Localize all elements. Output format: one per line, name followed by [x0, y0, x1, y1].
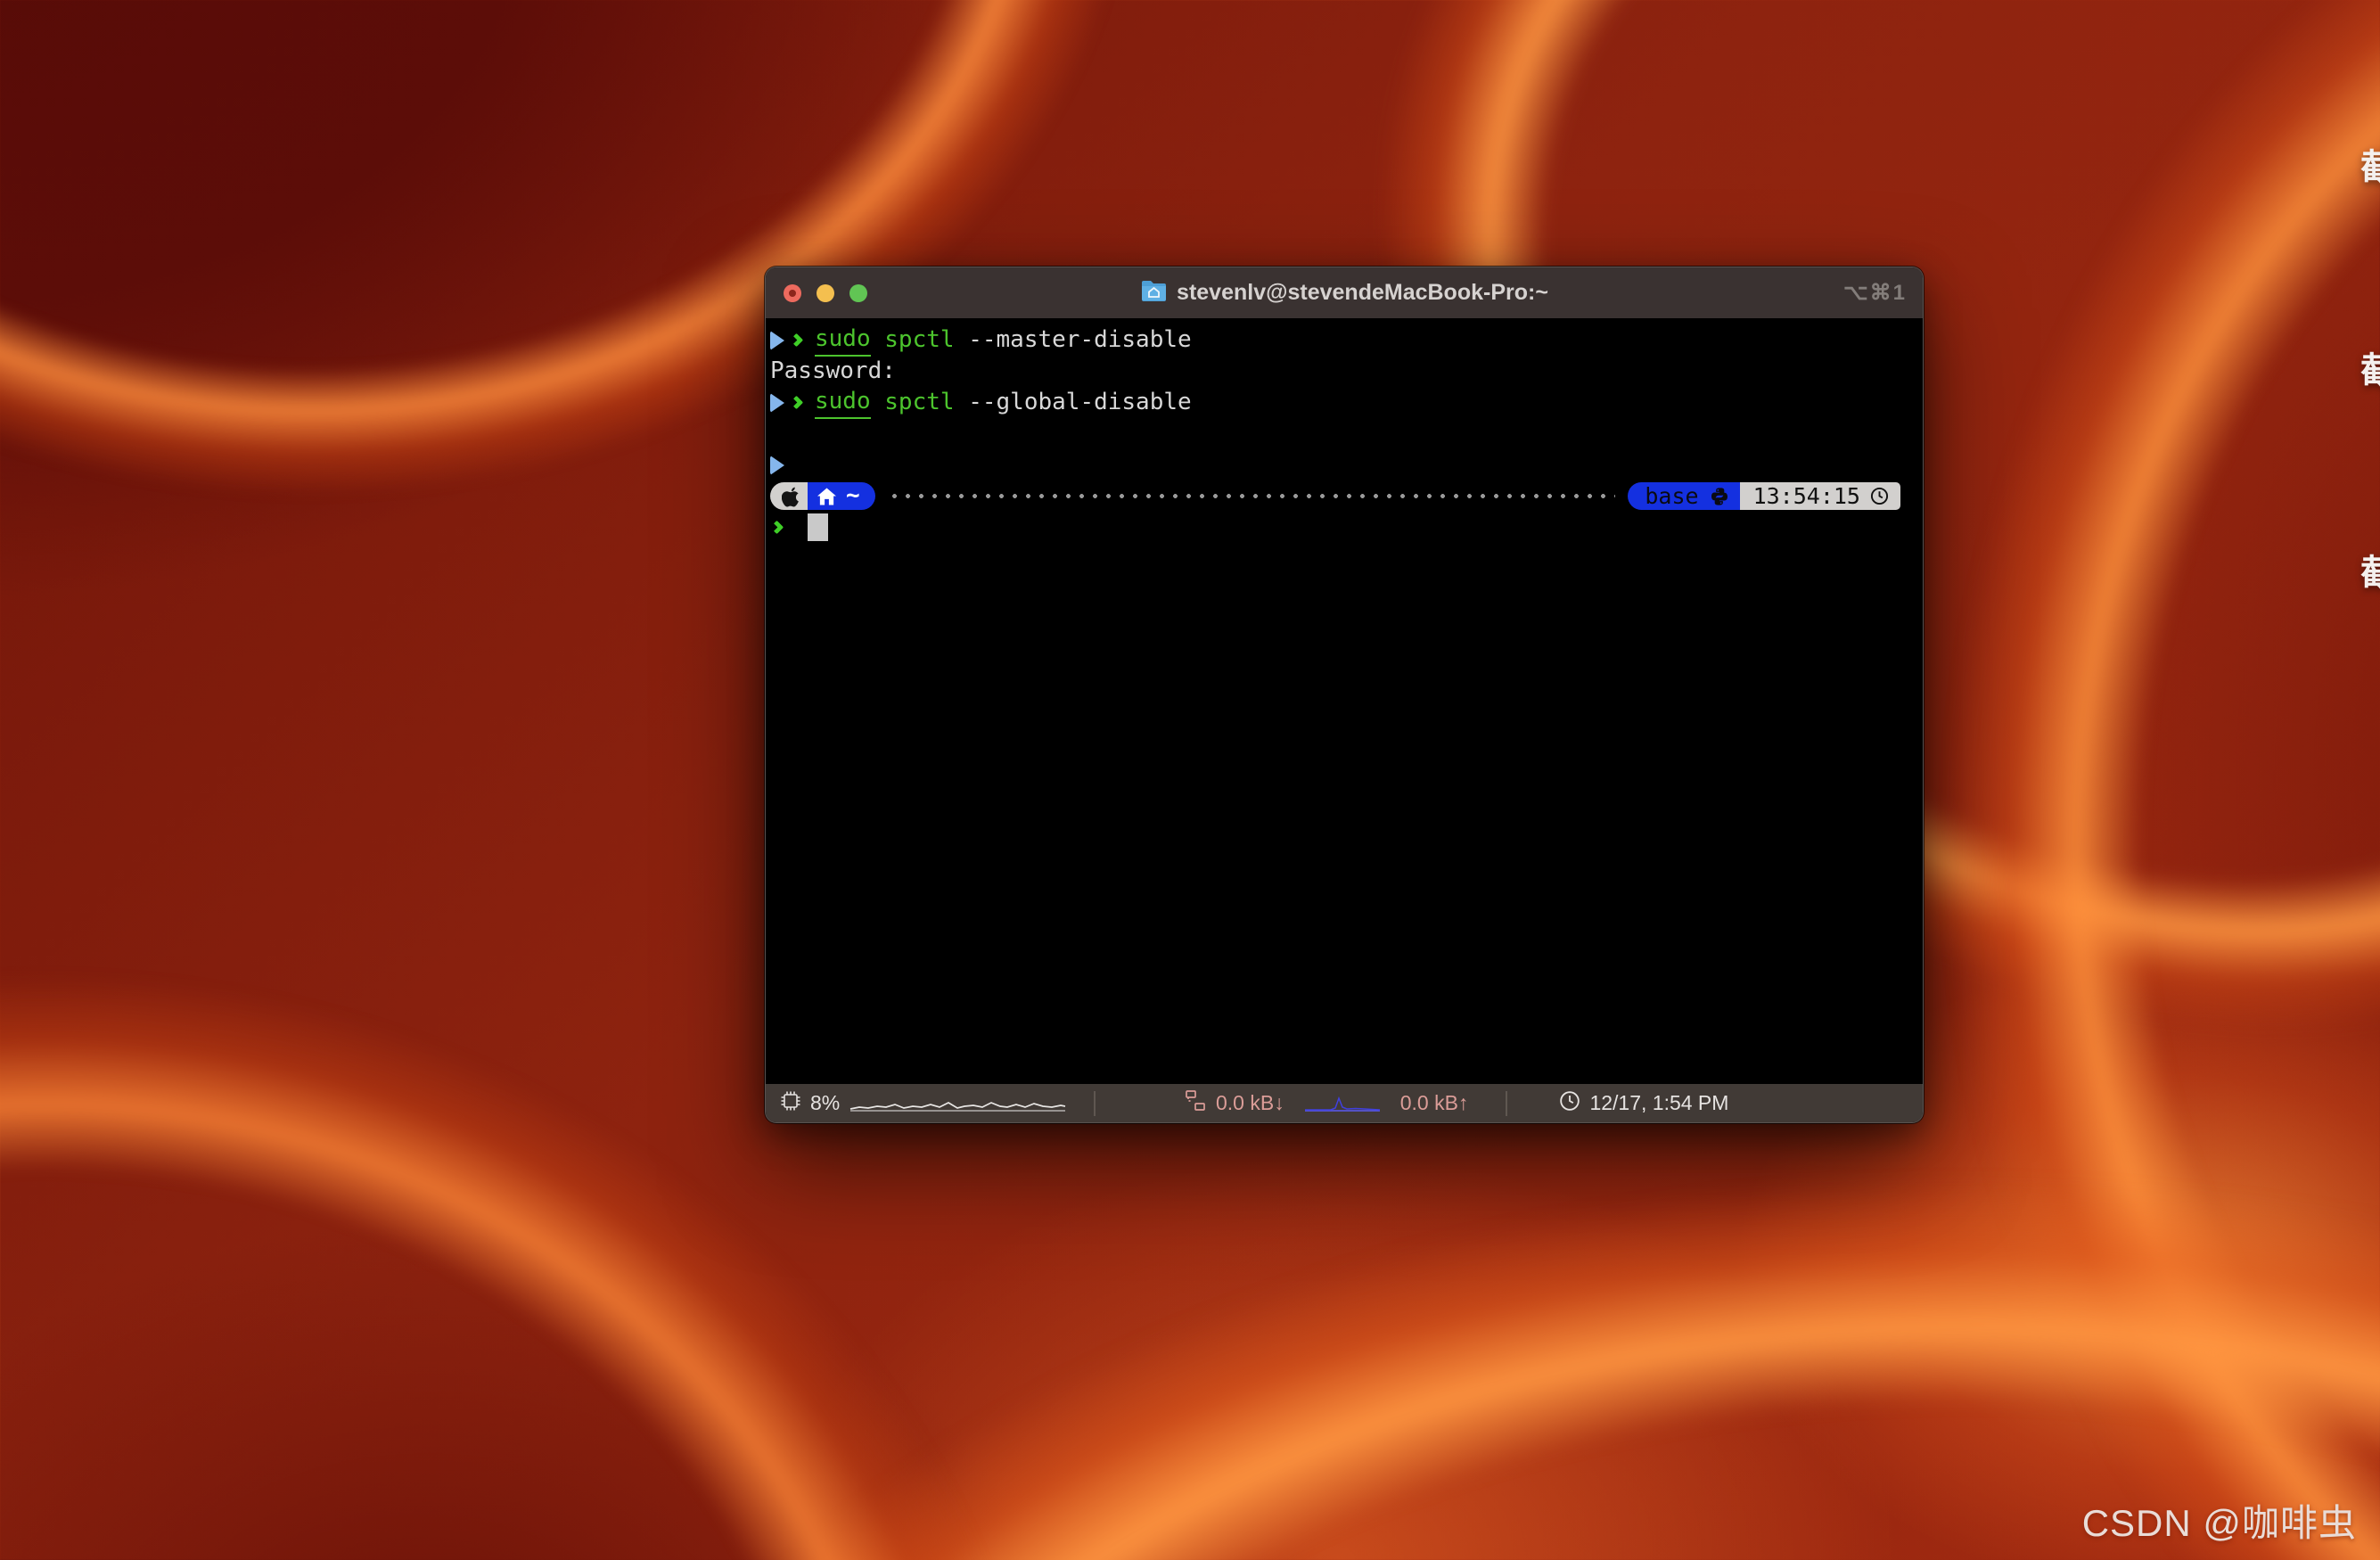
terminal-screen[interactable]: sudo spctl --master-disablePassword:sudo… — [766, 318, 1923, 1084]
terminal-command-line: sudo spctl --master-disable — [770, 324, 1912, 356]
edge-clipped-label: 截 — [2360, 544, 2380, 595]
terminal-command-line: sudo spctl --global-disable — [770, 387, 1912, 418]
minimize-button[interactable] — [817, 284, 834, 302]
terminal-text: Password: — [770, 356, 896, 387]
statusbar-clock-icon — [1559, 1090, 1580, 1117]
zoom-button[interactable] — [849, 284, 867, 302]
statusbar-cpu-widget[interactable]: 8% — [780, 1090, 1094, 1117]
tab-shortcut-label: ⌥⌘1 — [1843, 267, 1907, 318]
prompt-time-label: 13:54:15 — [1753, 480, 1860, 512]
window-titlebar[interactable]: stevenlv@stevendeMacBook-Pro:~ ⌥⌘1 — [766, 267, 1923, 318]
terminal-text: spctl — [884, 324, 954, 356]
powerline-time-segment: 13:54:15 — [1740, 482, 1900, 510]
terminal-wedge-line — [770, 449, 1912, 480]
statusbar-network-widget[interactable]: 0.0 kB↓ 0.0 kB↑ — [1185, 1089, 1468, 1118]
traffic-lights — [784, 267, 867, 318]
statusbar-datetime-label: 12/17, 1:54 PM — [1589, 1091, 1728, 1115]
prompt-chevron-icon — [770, 521, 784, 535]
window-title: stevenlv@stevendeMacBook-Pro:~ — [1177, 280, 1548, 306]
prompt-wedge-icon — [770, 456, 784, 475]
terminal-input-line[interactable] — [770, 512, 1912, 543]
powerline-directory-segment: ~ — [808, 482, 875, 510]
statusbar-divider — [1094, 1091, 1096, 1116]
edge-clipped-label: 截 — [2360, 138, 2380, 190]
prompt-chevron-icon — [790, 333, 804, 348]
python-icon — [1710, 487, 1729, 506]
terminal-text: sudo — [815, 324, 871, 357]
conda-env-label: base — [1645, 480, 1698, 512]
terminal-cursor — [808, 513, 828, 541]
terminal-text: sudo — [815, 386, 871, 419]
terminal-text: --master-disable — [955, 324, 1192, 356]
edge-clipped-label: 截 — [2360, 341, 2380, 393]
powerline-os-segment — [770, 482, 808, 510]
terminal-statusbar: 8% 0.0 kB↓ 0.0 kB↑ — [766, 1084, 1923, 1122]
terminal-window: stevenlv@stevendeMacBook-Pro:~ ⌥⌘1 sudo … — [765, 267, 1924, 1123]
prompt-wedge-icon — [770, 331, 784, 350]
home-icon — [817, 488, 836, 505]
powerline-prompt-line: ~ base 13:54:15 — [770, 480, 1912, 512]
cpu-icon — [780, 1090, 801, 1117]
network-icon — [1185, 1089, 1207, 1118]
net-down-label: 0.0 kB↓ — [1216, 1091, 1284, 1115]
window-title-group: stevenlv@stevendeMacBook-Pro:~ — [1140, 279, 1548, 308]
terminal-scrollback: sudo spctl --master-disablePassword:sudo… — [770, 324, 1912, 480]
terminal-text — [871, 387, 885, 418]
wallpaper-swoosh — [1890, 0, 2380, 1560]
apple-logo-icon — [782, 486, 800, 507]
clock-icon — [1870, 487, 1889, 505]
home-folder-icon — [1140, 279, 1168, 308]
close-button[interactable] — [784, 284, 801, 302]
terminal-text: --global-disable — [955, 387, 1192, 418]
net-up-label: 0.0 kB↑ — [1400, 1091, 1469, 1115]
statusbar-divider — [1506, 1091, 1507, 1116]
network-sparkline — [1304, 1093, 1381, 1114]
terminal-blank-line — [770, 418, 1912, 449]
cpu-percent-label: 8% — [810, 1091, 840, 1115]
prompt-chevron-icon — [790, 396, 804, 410]
prompt-wedge-icon — [770, 393, 784, 413]
home-path-label: ~ — [846, 480, 860, 512]
terminal-text — [871, 324, 885, 356]
powerline-conda-segment: base — [1628, 482, 1739, 510]
terminal-text: spctl — [884, 387, 954, 418]
terminal-output-line: Password: — [770, 356, 1912, 387]
powerline-dotted-filler — [888, 480, 1616, 512]
statusbar-clock-widget[interactable]: 12/17, 1:54 PM — [1559, 1090, 1728, 1117]
desktop-wallpaper: { "titlebar": { "title": "stevenlv@steve… — [0, 0, 2380, 1560]
cpu-sparkline — [849, 1092, 1067, 1115]
csdn-watermark: CSDN @咖啡虫 — [2082, 1493, 2357, 1548]
